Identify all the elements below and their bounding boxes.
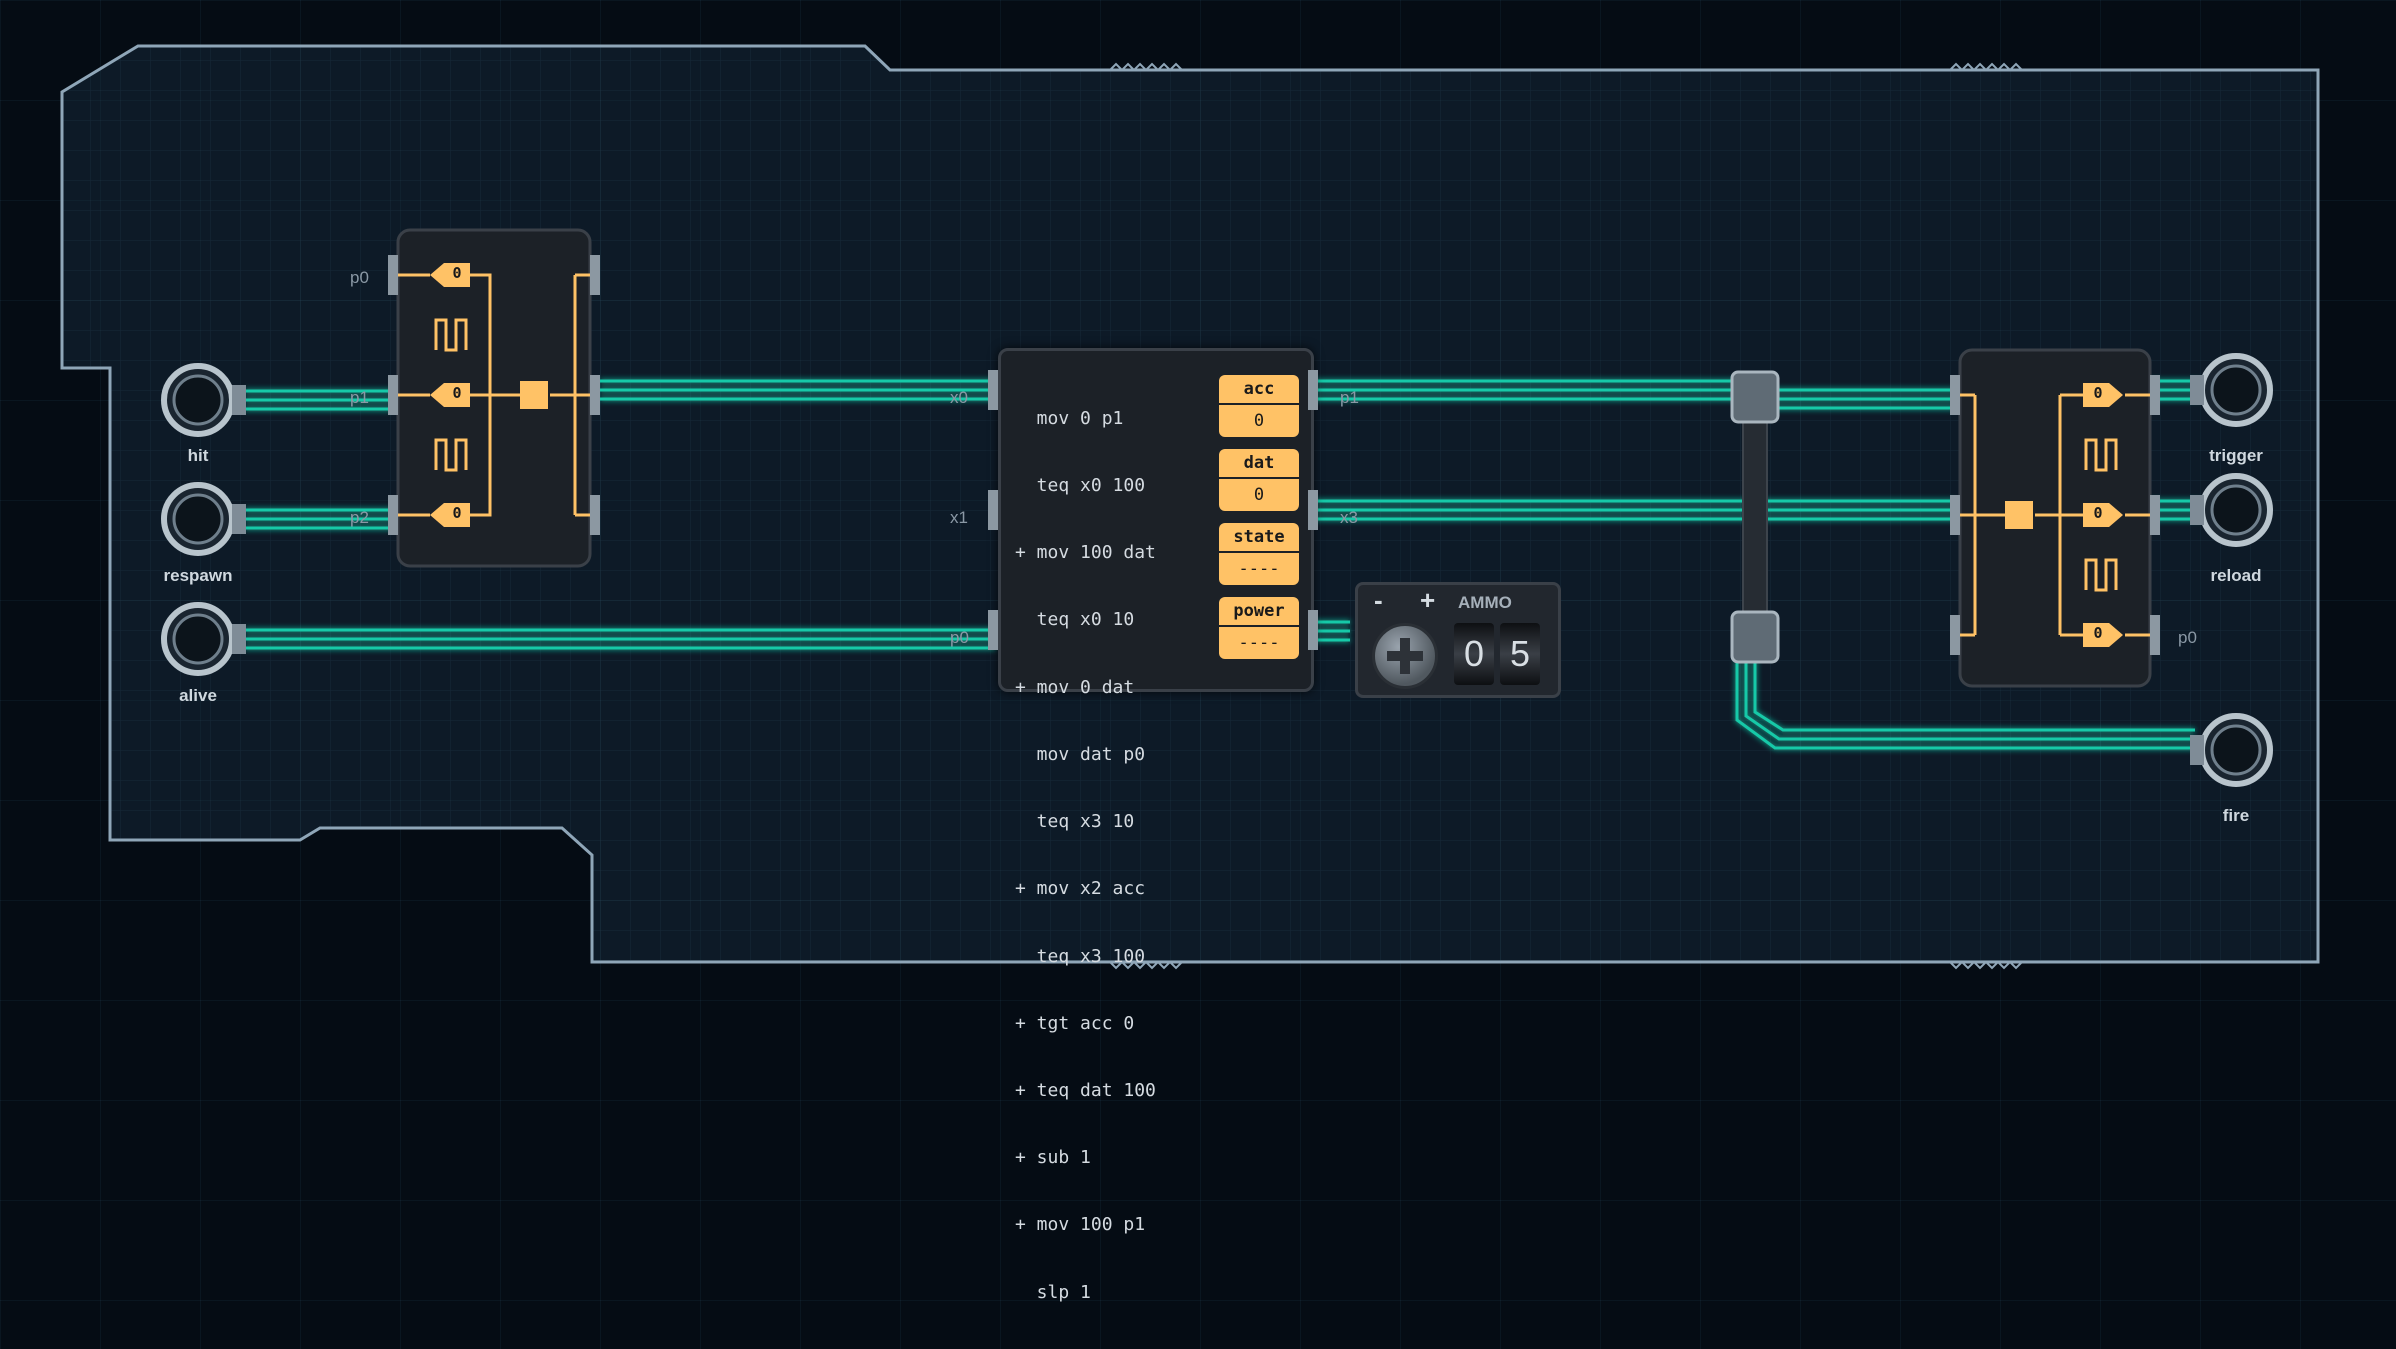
code-line[interactable]: teq x0 100 xyxy=(1015,475,1156,497)
output-label-reload: reload xyxy=(2210,566,2262,585)
chip-connector xyxy=(988,610,998,650)
register-acc: acc 0 xyxy=(1219,375,1299,439)
gate-value: 0 xyxy=(452,264,462,282)
register-power: power ---- xyxy=(1219,597,1299,661)
code-listing[interactable]: mov 0 p1 teq x0 100 + mov 100 dat teq x0… xyxy=(1015,363,1156,1349)
register-name: power xyxy=(1219,597,1299,625)
register-name: state xyxy=(1219,523,1299,551)
code-line[interactable]: + mov 100 dat xyxy=(1015,542,1156,564)
ammo-digit-ones: 5 xyxy=(1500,623,1540,685)
code-line[interactable]: teq x0 10 xyxy=(1015,609,1156,631)
chip-connector xyxy=(1308,610,1318,650)
code-line[interactable]: + teq dat 100 xyxy=(1015,1080,1156,1102)
port-label-x0: x0 xyxy=(950,388,968,407)
code-line[interactable]: + mov x2 acc xyxy=(1015,878,1156,900)
port-label-p0: p0 xyxy=(2178,628,2197,647)
code-line[interactable]: + tgt acc 0 xyxy=(1015,1013,1156,1035)
register-name: dat xyxy=(1219,449,1299,477)
port-label-x1: x1 xyxy=(950,508,968,527)
port-label-p0: p0 xyxy=(350,268,369,287)
code-line[interactable]: slp 1 xyxy=(1015,1282,1156,1304)
register-name: acc xyxy=(1219,375,1299,403)
code-line[interactable]: + sub 1 xyxy=(1015,1147,1156,1169)
code-line[interactable]: teq x3 10 xyxy=(1015,811,1156,833)
register-value: 0 xyxy=(1219,479,1299,511)
board-notch xyxy=(1949,62,2023,72)
input-label-alive: alive xyxy=(179,686,217,705)
chip-connector xyxy=(988,490,998,530)
chip-connector xyxy=(1308,490,1318,530)
ammo-title: AMMO xyxy=(1458,593,1512,612)
gate-value: 0 xyxy=(452,384,462,402)
board-notch xyxy=(1109,62,1183,72)
port-label-p1: p1 xyxy=(350,388,369,407)
ammo-knob[interactable] xyxy=(1372,623,1438,689)
register-dat: dat 0 xyxy=(1219,449,1299,513)
input-label-respawn: respawn xyxy=(163,566,233,585)
port-label-p1: p1 xyxy=(1340,388,1359,407)
port-label-x3: x3 xyxy=(1340,508,1358,527)
port-label-p0: p0 xyxy=(950,628,969,647)
output-label-trigger: trigger xyxy=(2209,446,2263,465)
junction-square xyxy=(2005,501,2033,529)
code-line[interactable]: mov 0 p1 xyxy=(1015,408,1156,430)
code-line[interactable]: teq x3 100 xyxy=(1015,946,1156,968)
code-line[interactable]: + mov 100 p1 xyxy=(1015,1214,1156,1236)
output-label-fire: fire xyxy=(2222,806,2250,825)
chip-connector xyxy=(1308,370,1318,410)
code-line[interactable]: + mov 0 dat xyxy=(1015,677,1156,699)
gate-value: 0 xyxy=(2093,384,2103,402)
register-value: ---- xyxy=(1219,553,1299,585)
input-label-hit: hit xyxy=(187,446,209,465)
junction-square xyxy=(520,381,548,409)
ammo-digit-tens: 0 xyxy=(1454,623,1494,685)
chip-connector xyxy=(988,370,998,410)
board-notch xyxy=(1949,960,2023,970)
register-state: state ---- xyxy=(1219,523,1299,587)
port-label-p2: p2 xyxy=(350,508,369,527)
code-chip[interactable]: mov 0 p1 teq x0 100 + mov 100 dat teq x0… xyxy=(998,348,1314,1303)
code-line[interactable]: mov dat p0 xyxy=(1015,744,1156,766)
ammo-counter[interactable]: - + AMMO 0 5 xyxy=(1355,582,1561,698)
gate-value: 0 xyxy=(2093,504,2103,522)
register-value: 0 xyxy=(1219,405,1299,437)
gate-value: 0 xyxy=(452,504,462,522)
ammo-increment-button[interactable]: + xyxy=(1420,585,1435,616)
gate-value: 0 xyxy=(2093,624,2103,642)
register-value: ---- xyxy=(1219,627,1299,659)
ammo-decrement-button[interactable]: - xyxy=(1374,585,1383,616)
